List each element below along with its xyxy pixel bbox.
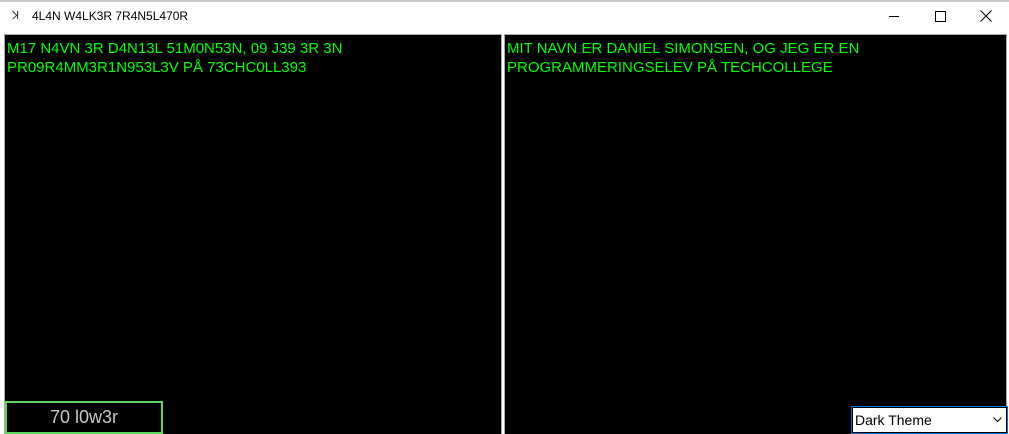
translate-button[interactable]: 70 l0w3r: [5, 401, 163, 434]
leet-text-box[interactable]: M17 N4VN 3R D4N13L 51M0N53N, 09 J39 3R 3…: [4, 34, 502, 434]
app-window: ꓘ 4L4N W4LK3R 7R4N5L470R M17 N4VN 3R D4N…: [0, 0, 1009, 434]
theme-select-dropdown-button[interactable]: [989, 408, 1006, 432]
theme-select-value: Dark Theme: [853, 408, 989, 432]
title-bar[interactable]: ꓘ 4L4N W4LK3R 7R4N5L470R: [0, 0, 1009, 32]
minimize-button[interactable]: [871, 0, 917, 32]
window-title: 4L4N W4LK3R 7R4N5L470R: [32, 9, 189, 23]
close-icon: [980, 10, 992, 22]
desktop-edge: [0, 0, 1009, 2]
close-button[interactable]: [963, 0, 1009, 32]
theme-select[interactable]: Dark Theme: [851, 406, 1008, 434]
plain-text: MIT NAVN ER DANIEL SIMONSEN, OG JEG ER E…: [507, 40, 864, 76]
chevron-down-icon: [993, 417, 1002, 423]
app-icon: ꓘ: [12, 9, 20, 22]
leet-text: M17 N4VN 3R D4N13L 51M0N53N, 09 J39 3R 3…: [7, 40, 347, 76]
maximize-button[interactable]: [917, 0, 963, 32]
client-area: M17 N4VN 3R D4N13L 51M0N53N, 09 J39 3R 3…: [0, 32, 1009, 434]
plain-text-box[interactable]: MIT NAVN ER DANIEL SIMONSEN, OG JEG ER E…: [504, 34, 1007, 434]
